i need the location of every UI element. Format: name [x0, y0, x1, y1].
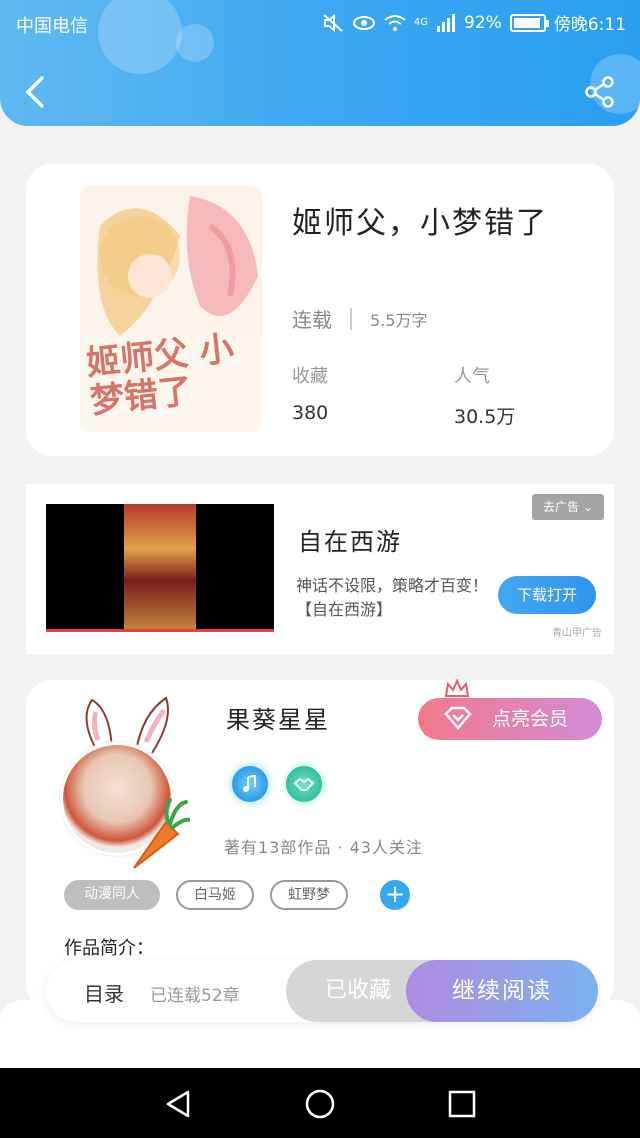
- battery-fill: [513, 17, 540, 28]
- chapter-count[interactable]: 已连载52章: [150, 981, 240, 1006]
- tag-item[interactable]: 虹野梦: [270, 880, 348, 910]
- remove-ad-label: 去广告: [543, 500, 580, 514]
- popularity-count: 30.5万: [454, 406, 516, 428]
- ad-title: 自在西游: [298, 528, 402, 556]
- book-cover[interactable]: 姬师父 小梦错了: [80, 186, 262, 432]
- mute-icon: [323, 13, 343, 32]
- header: 中国电信 4G 92% 傍晚6:11: [0, 0, 640, 126]
- battery-percent: 92%: [464, 12, 502, 33]
- favorites-label: 收藏: [292, 366, 328, 387]
- serial-status: 连载: [292, 308, 332, 332]
- ad-download-button[interactable]: 下载打开: [498, 576, 596, 614]
- ad-source: 青山甲广告: [552, 628, 602, 639]
- chevron-down-icon: ⌄: [582, 500, 593, 514]
- word-count: 5.5万字: [370, 310, 428, 330]
- handshake-icon: [294, 778, 314, 791]
- ad-video[interactable]: [46, 504, 274, 632]
- tag-item[interactable]: 动漫同人: [64, 880, 160, 910]
- ad-banner[interactable]: 自在西游 神话不设限，策略才百变！【自在西游】 下载打开 去广告 ⌄ 青山甲广告: [26, 484, 614, 654]
- system-nav-bar: [0, 1068, 640, 1138]
- author-name[interactable]: 果葵星星: [226, 700, 330, 735]
- vip-label: 点亮会员: [492, 708, 569, 730]
- ad-progress-bar: [46, 629, 274, 632]
- nav-back-icon[interactable]: [162, 1088, 194, 1120]
- book-title: 姬师父，小梦错了: [292, 206, 548, 241]
- music-note-icon: [243, 774, 256, 792]
- ad-description: 神话不设限，策略才百变！【自在西游】: [296, 576, 489, 619]
- carrot-icon: [133, 798, 190, 869]
- status-icons: 4G 92% 傍晚6:11: [322, 10, 626, 35]
- add-tag-button[interactable]: +: [380, 880, 410, 910]
- status-bar: 中国电信 4G 92% 傍晚6:11: [0, 0, 640, 46]
- reader-action-bar: 目录 已连载52章 已收藏 继续阅读: [46, 960, 598, 1022]
- divider: [350, 307, 352, 330]
- plus-icon: +: [384, 880, 406, 908]
- favorites-count: 380: [292, 402, 329, 424]
- clock: 傍晚6:11: [553, 15, 626, 35]
- synopsis-label: 作品简介：: [64, 938, 154, 959]
- tag-item[interactable]: 白马姬: [176, 880, 254, 910]
- network-type: 4G: [413, 16, 429, 28]
- friendship-badge[interactable]: [286, 766, 322, 802]
- continue-reading-button[interactable]: 继续阅读: [406, 960, 598, 1022]
- chevron-left-icon[interactable]: [20, 72, 50, 112]
- battery-icon: [509, 13, 549, 32]
- signal-icon: [437, 13, 456, 32]
- diamond-icon: [444, 706, 472, 730]
- book-info-card: 姬师父 小梦错了 姬师父，小梦错了 连载 5.5万字 收藏 380 人气 30.…: [26, 164, 614, 456]
- author-stats: 著有13部作品 · 43人关注: [224, 838, 423, 857]
- wifi-icon: [384, 14, 406, 31]
- share-icon[interactable]: [584, 76, 616, 108]
- crown-icon: [444, 678, 470, 697]
- remove-ad-button[interactable]: 去广告 ⌄: [532, 494, 604, 520]
- popularity-label: 人气: [454, 366, 490, 387]
- music-badge[interactable]: [232, 766, 268, 802]
- nav-home-icon[interactable]: [304, 1088, 336, 1120]
- carrier-name: 中国电信: [16, 16, 88, 37]
- eye-icon: [352, 15, 375, 30]
- toc-button[interactable]: 目录: [84, 978, 124, 1007]
- activate-vip-button[interactable]: 点亮会员: [418, 698, 602, 740]
- book-status-row: 连载 5.5万字: [292, 304, 427, 333]
- ad-poster: [124, 504, 196, 632]
- nav-recents-icon[interactable]: [446, 1088, 478, 1120]
